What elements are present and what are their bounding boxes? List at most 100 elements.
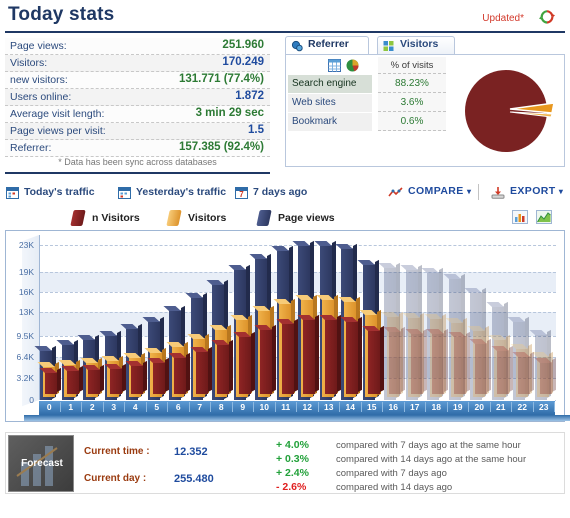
chart-bar-group[interactable] — [270, 235, 298, 400]
chart-bar — [254, 324, 276, 394]
chart-bar — [512, 352, 534, 394]
chart-y-tick: 9.5K — [16, 331, 35, 342]
stat-row: Users online: 1.872 — [5, 89, 270, 106]
link-todays-traffic-label: Today's traffic — [24, 186, 95, 198]
chart-bar-group[interactable] — [98, 235, 126, 400]
current-time-label: Current time : — [84, 446, 150, 457]
export-icon — [490, 186, 506, 202]
stat-value: 251.960 — [222, 39, 264, 51]
referrer-body: Search engine Web sites Bookmark % of visi… — [285, 54, 565, 167]
referrer-percent-header: % of visits — [378, 57, 446, 74]
chart-y-tick: 23K — [18, 240, 34, 251]
chart-bar-group[interactable] — [206, 235, 233, 400]
forecast-thumbnail[interactable]: Forecast — [8, 435, 74, 492]
traffic-chart-panel[interactable]: 0 1 2 3 4 5 6 7 8 9 10 11 12 13 14 15 16 17 18 19 20 21 22 23 0… — [5, 230, 570, 422]
link-todays-traffic[interactable]: Today's traffic — [6, 186, 95, 199]
bar-side-face — [100, 364, 104, 392]
chart-x-tick: 0 — [39, 402, 61, 412]
comparison-percent: - 2.6% — [276, 481, 307, 493]
chart-bar-group[interactable] — [528, 235, 556, 400]
stat-value: 157.385 (92.4%) — [178, 141, 264, 153]
export-button-label: EXPORT — [510, 185, 556, 197]
export-button[interactable]: EXPORT ▾ — [490, 185, 563, 199]
dashboard-page: Today stats Updated* Page views: 251.960 V… — [0, 0, 570, 518]
chart-y-tick: 0 — [29, 395, 34, 405]
current-day-value: 255.480 — [174, 473, 214, 485]
legend-label-page-views: Page views — [278, 212, 335, 224]
chart-x-tick: 18 — [426, 402, 448, 412]
chart-bar-group[interactable] — [313, 235, 341, 400]
stat-row: Page views: 251.960 — [5, 38, 270, 55]
bar-side-face — [121, 363, 126, 392]
chart-y-tick: 3.2K — [16, 373, 35, 384]
bar-side-face — [315, 314, 319, 392]
chart-bar-group[interactable] — [378, 235, 405, 400]
calendar-seven-icon: 7 — [235, 186, 248, 199]
calendar-icon — [118, 186, 131, 199]
legend-swatch-visitors — [166, 210, 182, 226]
chart-bar — [340, 316, 362, 394]
forecast-panel: Forecast Current time : 12.352 Current d… — [5, 432, 565, 494]
legend-label-visitors: Visitors — [188, 212, 227, 224]
referrer-row-name[interactable]: Search engine — [288, 75, 372, 94]
chart-x-axis: 0 1 2 3 4 5 6 7 8 9 10 11 12 13 14 15 16 17 18 19 20 21 22 23 — [39, 400, 555, 415]
bar-side-face — [207, 346, 212, 392]
chart-legend: n Visitors Visitors Page views — [0, 208, 570, 230]
comparison-text: compared with 14 days ago at the same ho… — [336, 454, 527, 465]
tab-visitors[interactable]: Visitors — [377, 36, 455, 54]
legend-swatch-page-views — [256, 210, 272, 226]
referrer-row-name[interactable]: Bookmark — [288, 113, 372, 132]
stat-value: 3 min 29 sec — [195, 107, 264, 119]
link-yesterdays-traffic[interactable]: Yesterday's traffic — [118, 186, 226, 199]
chart-x-tick: 1 — [61, 402, 82, 412]
chart-x-tick: 5 — [147, 402, 168, 412]
refresh-icon[interactable] — [538, 8, 556, 26]
referrer-row-percent: 0.6% — [378, 112, 446, 131]
chart-bar-group[interactable] — [442, 235, 470, 400]
chart-bar-group[interactable] — [77, 235, 104, 400]
bar-chart-icon[interactable] — [512, 210, 528, 229]
bar-side-face — [422, 328, 427, 392]
compare-icon — [388, 186, 404, 202]
chart-bar-group[interactable] — [399, 235, 427, 400]
compare-button-label: COMPARE — [408, 185, 464, 197]
chart-bar-group[interactable] — [55, 235, 83, 400]
chart-bar-group[interactable] — [34, 235, 61, 400]
chart-bar — [82, 364, 104, 394]
chart-bar-group[interactable] — [227, 235, 255, 400]
chart-y-tick: 13K — [18, 307, 34, 318]
chart-x-tick: 16 — [383, 402, 405, 412]
bar-side-face — [551, 358, 556, 392]
updated-label: Updated* — [482, 13, 524, 24]
chart-bar-group[interactable] — [292, 235, 319, 400]
current-day-label: Current day : — [84, 473, 147, 484]
chart-bar-group[interactable] — [464, 235, 491, 400]
compare-button[interactable]: COMPARE ▾ — [388, 185, 471, 197]
chart-bar — [232, 331, 255, 394]
comparison-percent: + 4.0% — [276, 439, 309, 451]
stat-value: 170.249 — [222, 56, 264, 68]
bar-side-face — [465, 331, 470, 392]
chart-bar — [447, 331, 470, 394]
comparison-text: compared with 14 days ago — [336, 482, 453, 493]
chart-x-tick: 8 — [211, 402, 233, 412]
stat-label: Average visit length: — [10, 108, 105, 120]
bar-side-face — [143, 360, 147, 392]
link-7-days-ago-label: 7 days ago — [253, 186, 308, 198]
chart-bar-group[interactable] — [356, 235, 384, 400]
referrer-panel: Referrer Visitors Search engine Web site… — [285, 36, 565, 168]
chart-bar — [60, 366, 83, 394]
chart-bar-group[interactable] — [163, 235, 190, 400]
chart-bar-group[interactable] — [184, 235, 212, 400]
chart-bar-group[interactable] — [141, 235, 169, 400]
link-7-days-ago[interactable]: 7 7 days ago — [235, 186, 308, 199]
chart-bar-group[interactable] — [507, 235, 534, 400]
tab-referrer[interactable]: Referrer — [285, 36, 369, 54]
referrer-row-name[interactable]: Web sites — [288, 94, 372, 113]
stat-row: Referrer: 157.385 (92.4%) — [5, 140, 270, 157]
chart-bar-group[interactable] — [249, 235, 276, 400]
area-chart-icon[interactable] — [536, 210, 552, 229]
chart-x-tick: 15 — [362, 402, 383, 412]
bar-side-face — [164, 357, 169, 392]
chart-x-tick: 9 — [233, 402, 254, 412]
